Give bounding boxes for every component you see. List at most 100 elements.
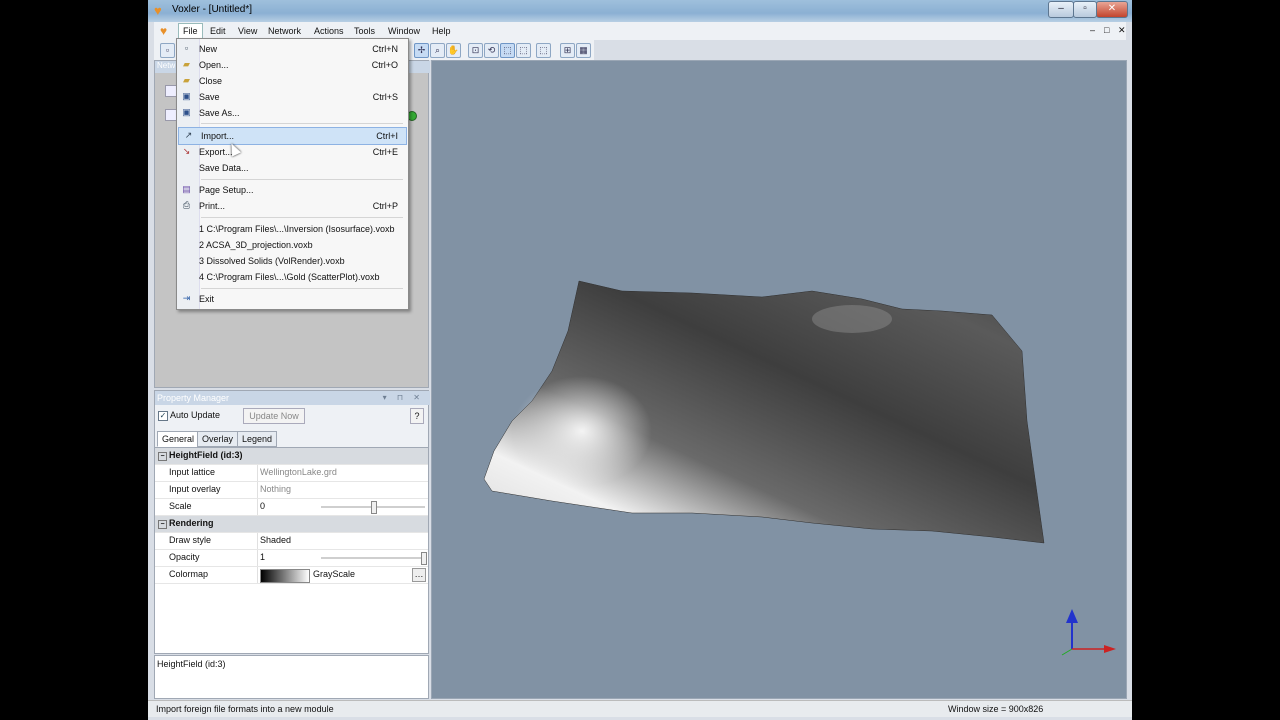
- property-value[interactable]: 0: [260, 501, 265, 511]
- menu-item-label: Close: [199, 76, 223, 86]
- tab-legend[interactable]: Legend: [237, 431, 278, 447]
- status-bar: Import foreign file formats into a new m…: [148, 700, 1132, 717]
- property-row[interactable]: Draw style Shaded: [155, 533, 428, 550]
- menu-item-shortcut: Ctrl+O: [371, 60, 398, 70]
- menu-view[interactable]: View: [234, 25, 261, 37]
- new-file-icon[interactable]: ▫: [160, 43, 175, 58]
- menu-item-save-data[interactable]: Save Data...: [177, 160, 406, 176]
- property-value[interactable]: Nothing: [260, 484, 291, 494]
- slider-thumb[interactable]: [371, 501, 377, 514]
- menu-item-page-setup[interactable]: ▤ Page Setup...: [177, 182, 406, 198]
- property-row[interactable]: Input lattice WellingtonLake.grd: [155, 465, 428, 482]
- auto-update-checkbox[interactable]: ✓: [158, 410, 168, 421]
- menu-item-label: Print...: [199, 201, 226, 211]
- property-value[interactable]: GrayScale: [313, 569, 355, 579]
- menu-separator: [201, 288, 403, 289]
- menu-item-shortcut: Ctrl+P: [372, 201, 398, 211]
- menu-item-shortcut: Ctrl+E: [372, 147, 398, 157]
- page-setup-icon: ▤: [182, 184, 191, 194]
- measure-icon[interactable]: ⊞: [560, 43, 575, 58]
- colormap-edit-button[interactable]: …: [412, 568, 426, 582]
- recent-file-item[interactable]: 1 C:\Program Files\...\Inversion (Isosur…: [177, 221, 406, 237]
- menu-item-label: Save As...: [199, 108, 240, 118]
- menu-item-open[interactable]: ▰ Open... Ctrl+O: [177, 57, 406, 73]
- panel-controls[interactable]: ▾ ⊓ ✕: [383, 391, 424, 405]
- export-icon: ↘: [182, 146, 191, 156]
- property-value[interactable]: WellingtonLake.grd: [260, 467, 337, 477]
- maximize-button[interactable]: ▫: [1073, 1, 1097, 18]
- menu-item-shortcut: Ctrl+S: [372, 92, 398, 102]
- menu-window[interactable]: Window: [384, 25, 424, 37]
- app-menu-icon[interactable]: ♥: [160, 24, 167, 38]
- fit-view-icon[interactable]: ⊡: [468, 43, 483, 58]
- menu-item-save-as[interactable]: ▣ Save As...: [177, 105, 406, 121]
- slider-thumb[interactable]: [421, 552, 427, 565]
- grid-icon[interactable]: ▦: [576, 43, 591, 58]
- section-rendering[interactable]: − Rendering: [155, 516, 428, 533]
- pan-hand-icon[interactable]: ✋: [446, 43, 461, 58]
- title-bar[interactable]: ♥ Voxler - [Untitled*] – ▫ ✕: [148, 0, 1132, 22]
- rotate-view-icon[interactable]: ⟲: [484, 43, 499, 58]
- open-folder-icon: ▰: [183, 59, 190, 69]
- exit-icon: ⇥: [182, 293, 191, 303]
- property-value[interactable]: Shaded: [260, 535, 291, 545]
- property-name: Draw style: [169, 535, 212, 545]
- menu-item-label: New: [199, 44, 218, 54]
- collapse-icon[interactable]: −: [158, 452, 167, 461]
- update-now-button[interactable]: Update Now: [243, 408, 305, 424]
- menu-item-print[interactable]: ⎙ Print... Ctrl+P: [177, 198, 406, 214]
- scale-slider[interactable]: [321, 501, 425, 514]
- property-name: Opacity: [169, 552, 200, 562]
- help-button[interactable]: ?: [410, 408, 424, 424]
- cube-view-icon[interactable]: ⬚: [500, 43, 515, 58]
- property-grid: − HeightField (id:3) Input lattice Welli…: [155, 448, 428, 584]
- property-row[interactable]: Input overlay Nothing: [155, 482, 428, 499]
- voxler-heart-icon[interactable]: ♥: [154, 4, 168, 18]
- colormap-swatch[interactable]: [260, 569, 310, 583]
- menu-actions[interactable]: Actions: [310, 25, 348, 37]
- property-row[interactable]: Colormap GrayScale …: [155, 567, 428, 584]
- menu-item-exit[interactable]: ⇥ Exit: [177, 291, 406, 307]
- mdi-close-button[interactable]: ✕: [1118, 25, 1126, 36]
- property-name: Input lattice: [169, 467, 216, 477]
- opacity-slider[interactable]: [321, 552, 427, 565]
- mdi-minimize-button[interactable]: –: [1090, 25, 1095, 35]
- property-name: Scale: [169, 501, 192, 511]
- property-row[interactable]: Scale 0: [155, 499, 428, 516]
- cube-front-icon[interactable]: ⬚: [516, 43, 531, 58]
- menu-item-close[interactable]: ▰ Close: [177, 73, 406, 89]
- tab-general[interactable]: General: [157, 431, 200, 447]
- menu-item-save[interactable]: ▣ Save Ctrl+S: [177, 89, 406, 105]
- tab-overlay[interactable]: Overlay: [197, 431, 239, 447]
- zoom-tool-icon[interactable]: ⌕: [430, 43, 445, 58]
- property-tabs: General Overlay Legend: [155, 429, 428, 448]
- collapse-icon[interactable]: −: [158, 520, 167, 529]
- property-row[interactable]: Opacity 1: [155, 550, 428, 567]
- menu-item-new[interactable]: ▫ New Ctrl+N: [177, 41, 406, 57]
- 3d-viewport[interactable]: [431, 60, 1127, 699]
- recent-file-item[interactable]: 4 C:\Program Files\...\Gold (ScatterPlot…: [177, 269, 406, 285]
- menu-tools[interactable]: Tools: [350, 25, 379, 37]
- mdi-restore-button[interactable]: □: [1104, 25, 1109, 35]
- menu-item-label: 2 ACSA_3D_projection.voxb: [199, 240, 313, 250]
- section-heightfield[interactable]: − HeightField (id:3): [155, 448, 428, 465]
- save-as-icon: ▣: [182, 107, 191, 117]
- select-tool-icon[interactable]: ✢: [414, 43, 429, 58]
- close-button[interactable]: ✕: [1096, 1, 1128, 18]
- recent-file-item[interactable]: 2 ACSA_3D_projection.voxb: [177, 237, 406, 253]
- property-manager-header: Property Manager ▾ ⊓ ✕: [155, 391, 430, 405]
- menu-help[interactable]: Help: [428, 25, 455, 37]
- menu-separator: [201, 179, 403, 180]
- menu-edit[interactable]: Edit: [206, 25, 230, 37]
- cube-dropdown-icon[interactable]: ⬚: [536, 43, 551, 58]
- menu-item-import[interactable]: ↗ Import... Ctrl+I: [178, 127, 407, 145]
- property-value[interactable]: 1: [260, 552, 265, 562]
- minimize-button[interactable]: –: [1048, 1, 1074, 18]
- menu-item-label: Save: [199, 92, 220, 102]
- auto-update-label: Auto Update: [170, 410, 221, 420]
- menu-item-export[interactable]: ↘ Export... Ctrl+E: [177, 144, 406, 160]
- menu-network[interactable]: Network: [264, 25, 305, 37]
- recent-file-item[interactable]: 3 Dissolved Solids (VolRender).voxb: [177, 253, 406, 269]
- menu-item-label: 3 Dissolved Solids (VolRender).voxb: [199, 256, 345, 266]
- menu-file[interactable]: File: [178, 23, 203, 38]
